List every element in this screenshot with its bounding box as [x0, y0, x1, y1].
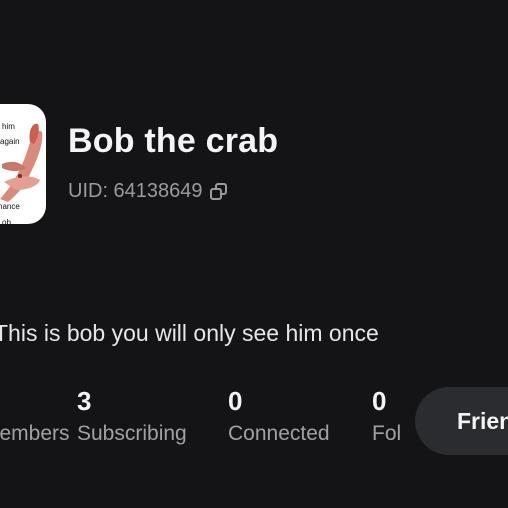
stat-value	[0, 386, 70, 418]
uid-text: UID: 64138649	[68, 180, 203, 202]
stat-value: 0	[372, 386, 387, 416]
profile-page: him again hance ob Bob the crab UID: 641…	[0, 0, 508, 508]
avatar-caption-line: hance	[0, 202, 20, 211]
stat-label: Connected	[228, 422, 330, 445]
avatar-caption-line: him	[2, 122, 15, 131]
avatar-caption-line: again	[0, 137, 20, 146]
uid-row: UID: 64138649	[68, 180, 229, 203]
stat-label: Subscribing	[77, 422, 187, 445]
copy-icon[interactable]	[209, 182, 229, 202]
stat-value: 0	[228, 386, 243, 416]
profile-bio: This is bob you will only see him once	[0, 320, 379, 346]
profile-name: Bob the crab	[68, 122, 279, 160]
stat-members[interactable]: Members	[0, 386, 70, 446]
avatar[interactable]: him again hance ob	[0, 104, 46, 224]
stat-label: Followers	[372, 422, 400, 445]
stat-connected[interactable]: 0 Connected	[228, 386, 330, 446]
friend-button[interactable]: Friend	[415, 387, 508, 455]
stat-followers[interactable]: 0 Followers	[372, 386, 400, 446]
stat-label: Members	[0, 422, 70, 445]
stat-subscribing[interactable]: 3 Subscribing	[77, 386, 187, 446]
avatar-caption-line: ob	[2, 218, 11, 224]
stat-value: 3	[77, 386, 92, 416]
